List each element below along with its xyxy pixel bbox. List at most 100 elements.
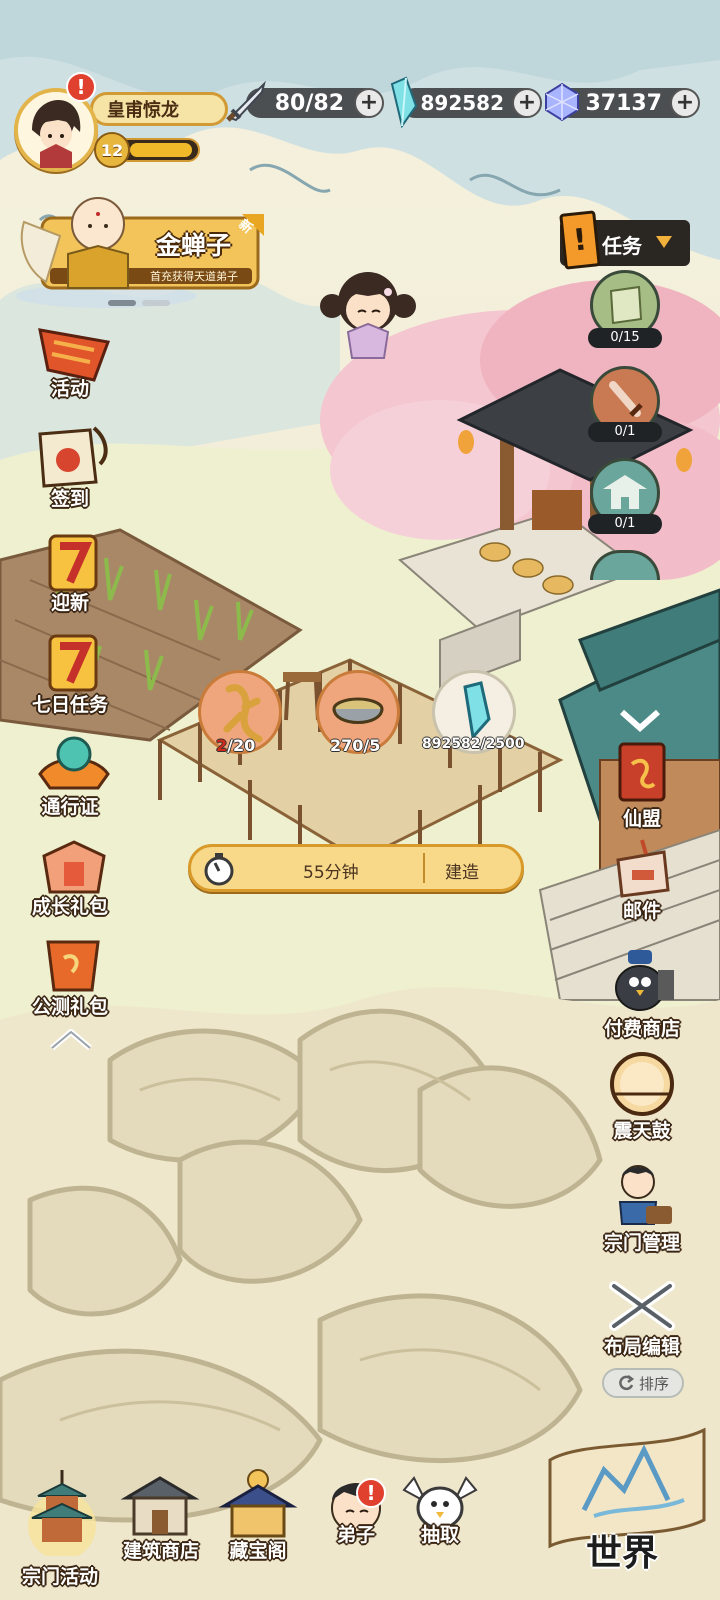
menu-sect-management[interactable]: 宗门管理	[590, 1160, 694, 1256]
sort-button[interactable]: 排序	[602, 1368, 684, 1398]
player-name-plate[interactable]: 皇甫惊龙	[90, 92, 228, 126]
avatar-portrait-icon	[20, 94, 92, 168]
menu-battle-pass-label: 通行证	[41, 796, 99, 818]
menu-paid-shop[interactable]: 付费商店	[590, 944, 694, 1040]
menu-mail[interactable]: 邮件	[594, 836, 690, 926]
menu-alliance-label: 仙盟	[622, 808, 661, 830]
construction-bar: 55分钟 建造	[188, 844, 524, 892]
disciples-alert-badge: !	[356, 1478, 386, 1508]
menu-drum[interactable]: 震天鼓	[594, 1050, 690, 1146]
nav-disciples[interactable]: ! 弟子	[308, 1470, 404, 1590]
menu-seven-day-tasks[interactable]: 七日任务	[20, 632, 120, 716]
menu-sect-management-label: 宗门管理	[603, 1232, 680, 1254]
chevron-down-icon	[620, 709, 660, 733]
battle-pass-icon	[38, 736, 110, 790]
requirement-1-need: /20	[227, 736, 256, 755]
menu-growth-pack[interactable]: 成长礼包	[20, 836, 120, 922]
crystal-icon	[390, 76, 418, 128]
promo-hero-name: 金蝉子	[156, 231, 232, 260]
crystal-value: 892582	[420, 91, 505, 115]
banner-page-dot[interactable]	[142, 300, 170, 306]
requirement-2-need: /5	[363, 736, 381, 755]
war-drum-icon	[610, 1052, 674, 1116]
nav-draw[interactable]: 抽取	[392, 1464, 488, 1590]
building-shop-icon	[120, 1476, 200, 1536]
promo-banner[interactable]: 金蝉子 新 首充获得天道弟子	[16, 196, 264, 308]
nav-sect-activity[interactable]: 宗门活动	[12, 1466, 108, 1590]
world-label: 世界	[586, 1533, 659, 1574]
menu-sign-in-label: 签到	[50, 488, 89, 510]
promo-caption: 首充获得天道弟子	[150, 270, 238, 283]
menu-activity[interactable]: 活动	[20, 324, 120, 404]
menu-alliance[interactable]: 仙盟	[594, 742, 690, 832]
avatar-alert-mark: !	[76, 75, 86, 99]
gem-value: 37137	[585, 90, 662, 116]
requirement-2-amount: 270/5	[330, 736, 380, 755]
player-name: 皇甫惊龙	[107, 100, 179, 121]
menu-drum-label: 震天鼓	[613, 1120, 671, 1142]
quest-header-label: 任务	[602, 234, 642, 258]
treasure-pavilion-icon	[218, 1469, 298, 1538]
beta-pack-icon	[46, 940, 100, 992]
requirement-1-have: 2	[216, 736, 228, 755]
menu-activity-label: 活动	[50, 378, 89, 400]
quest-item-1-count: 0/15	[588, 328, 662, 348]
gem-add-button[interactable]: +	[670, 88, 700, 118]
growth-pack-icon	[42, 840, 106, 894]
menu-paid-shop-label: 付费商店	[603, 1018, 680, 1040]
seven-day-welcome-icon	[48, 534, 98, 592]
menu-welcome-label: 迎新	[50, 592, 89, 614]
nav-sect-activity-label: 宗门活动	[21, 1566, 98, 1588]
menu-battle-pass[interactable]: 通行证	[20, 734, 120, 820]
banner-page-dot[interactable]	[108, 300, 136, 306]
experience-fill	[130, 143, 192, 157]
stamina-value: 80/82	[274, 90, 344, 116]
menu-beta-pack[interactable]: 公测礼包	[20, 932, 120, 1022]
menu-mail-label: 邮件	[622, 900, 661, 922]
seven-day-tasks-icon	[48, 634, 98, 692]
menu-seven-day-tasks-label: 七日任务	[31, 694, 108, 716]
crystal-add-label: +	[517, 90, 537, 115]
world-map-button[interactable]: 世界	[544, 1420, 712, 1590]
sort-button-label: 排序	[638, 1374, 669, 1393]
requirement-3-have: 892582	[422, 736, 481, 752]
pagoda-icon	[28, 1470, 96, 1556]
stamina-add-button[interactable]: +	[354, 88, 384, 118]
sword-icon	[226, 80, 266, 122]
build-button[interactable]: 建造	[445, 858, 479, 883]
sect-manager-icon	[618, 1165, 672, 1225]
collapse-menu-chevron-icon[interactable]	[46, 1026, 96, 1052]
level-badge: 12	[94, 132, 130, 168]
shopkeeper-bird-icon	[615, 950, 674, 1011]
calendar-scroll-icon	[38, 426, 108, 488]
quest-book-icon: !	[559, 210, 601, 270]
requirement-2-have: 270	[330, 736, 364, 755]
menu-sign-in[interactable]: 签到	[20, 424, 120, 512]
construction-time: 55分钟	[303, 863, 359, 883]
avatar-alert-badge: !	[66, 72, 96, 102]
stopwatch-icon	[204, 853, 234, 886]
nav-building-shop[interactable]: 建筑商店	[112, 1470, 208, 1590]
menu-growth-pack-label: 成长礼包	[31, 896, 108, 918]
quest-item-3-count: 0/1	[588, 514, 662, 534]
mail-icon	[616, 839, 670, 898]
disciple-girl-character[interactable]	[318, 266, 418, 362]
menu-layout-edit-label: 布局编辑	[603, 1336, 680, 1358]
pavilion-expand-chevron[interactable]	[598, 700, 682, 740]
gem-icon	[545, 82, 579, 122]
nav-treasure-pavilion[interactable]: 藏宝阁	[210, 1466, 306, 1590]
refresh-icon	[619, 1375, 635, 1391]
requirement-1-amount: 2/20	[216, 736, 255, 755]
requirement-3-need: /2500	[480, 736, 525, 752]
menu-layout-edit[interactable]: 布局编辑	[590, 1276, 694, 1364]
construction-bar-divider	[423, 853, 425, 883]
nav-disciples-label: 弟子	[336, 1524, 375, 1546]
nav-draw-label: 抽取	[420, 1524, 459, 1546]
layout-edit-arrows-icon	[609, 1281, 675, 1331]
quest-item-2-count: 0/1	[588, 422, 662, 442]
stamina-add-label: +	[359, 90, 379, 115]
nav-building-shop-label: 建筑商店	[122, 1540, 199, 1562]
menu-welcome[interactable]: 迎新	[20, 530, 120, 614]
crystal-add-button[interactable]: +	[512, 88, 542, 118]
requirement-3-amount: 892582/2500	[422, 736, 525, 752]
